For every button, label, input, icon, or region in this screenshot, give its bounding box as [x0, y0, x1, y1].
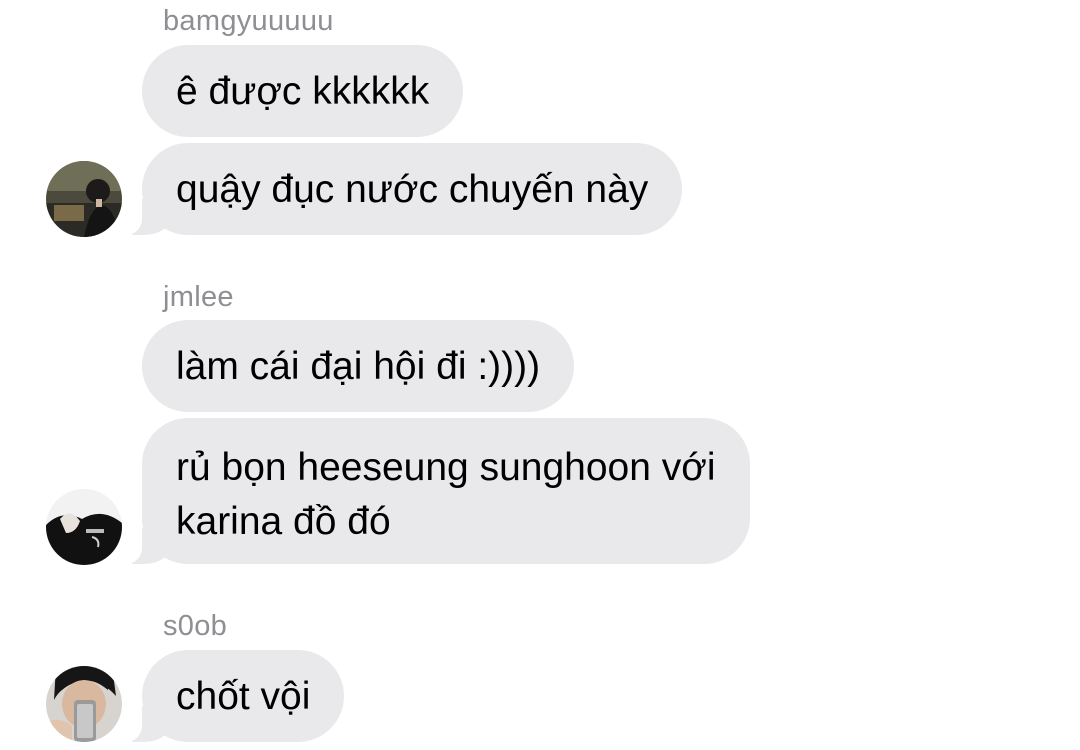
message-text: quậy đục nước chuyến này	[176, 168, 649, 211]
message-text: chốt vội	[176, 675, 311, 718]
message-bubble[interactable]: chốt vội	[115, 650, 345, 742]
user-avatar-photo-icon[interactable]	[46, 161, 122, 237]
avatar-bamgyuuuuu-image	[46, 161, 122, 237]
sender-name: bamgyuuuuu	[163, 5, 334, 37]
message-text: ê được kkkkkk	[176, 70, 430, 113]
user-avatar-photo-icon[interactable]	[46, 489, 122, 565]
sender-name: s0ob	[163, 610, 228, 642]
message-text: rủ bọn heeseung sunghoon với	[176, 446, 716, 489]
sender-name: jmlee	[163, 281, 234, 313]
message-bubble[interactable]: quậy đục nước chuyến này	[115, 143, 683, 235]
user-avatar-photo-icon[interactable]	[46, 666, 122, 742]
avatar-jmlee-image	[46, 489, 122, 565]
message-text: làm cái đại hội đi :))))	[176, 345, 541, 388]
message-text: karina đồ đó	[176, 500, 391, 543]
message-bubble[interactable]: rủ bọn heeseung sunghoon với karina đồ đ…	[116, 418, 750, 564]
message-bubble[interactable]: ê được kkkkkk	[142, 45, 464, 137]
message-bubble[interactable]: làm cái đại hội đi :))))	[142, 320, 575, 412]
avatar-s0ob-image	[46, 666, 122, 742]
